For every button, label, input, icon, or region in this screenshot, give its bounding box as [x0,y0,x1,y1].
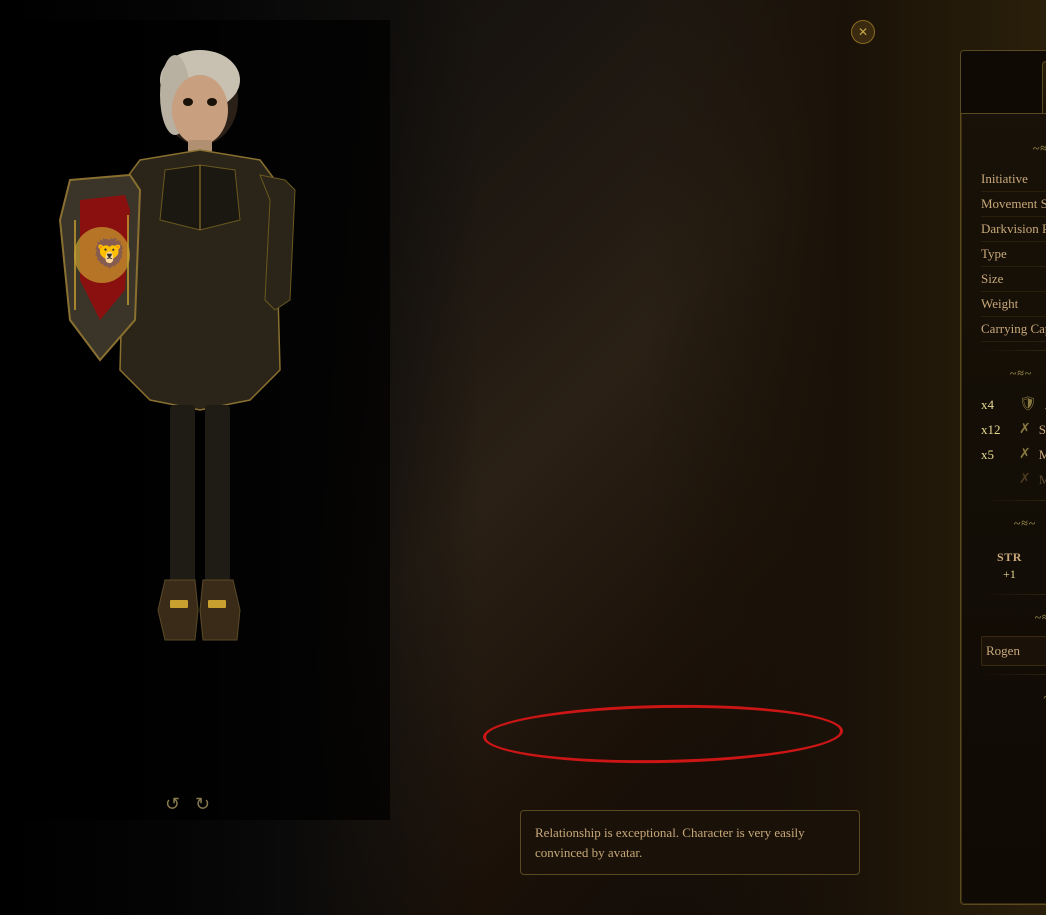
prof-musical-instrument: ✗ Musical Instrument [981,467,1046,492]
divider-2 [981,500,1046,501]
attr-weight: Weight 150lbs [981,292,1046,317]
attr-initiative-label: Initiative [981,171,1028,187]
martial-weapons-icon: ✗ [1019,446,1031,463]
deco-left-approval [981,610,1046,625]
svg-text:↺: ↺ [165,794,180,814]
red-circle-highlight [483,702,844,766]
svg-text:↻: ↻ [195,794,210,814]
tags-header: Tags [981,689,1046,706]
divider-4 [981,674,1046,675]
attr-darkvision: Darkvision Range 40ft [981,217,1046,242]
panel-wrapper: ✕ ⚔ 💀 ☰ Attributes [475,20,875,890]
attributes-header: Attributes [981,140,1046,157]
attr-carrying-label: Carrying Capacity [981,321,1046,337]
prof-simple-count: x12 [981,422,1011,438]
prof-musical-name: Musical Instrument [1039,472,1046,488]
attr-initiative: Initiative +2 [981,167,1046,192]
attributes-panel: ⚔ 💀 ☰ Attributes Init [960,50,1046,905]
approval-rogen-name: Rogen [986,643,1020,659]
tags-text: Baldurian, Cleric of ... Half-Elf, Huma.… [981,716,1046,739]
deco-left-tags [981,690,1046,705]
attr-size-label: Size [981,271,1003,287]
prof-armour: x4 🛡 Armour [981,392,1046,417]
divider-3 [981,594,1046,595]
approval-rogen: Rogen Exceptional (100) [981,636,1046,666]
attr-type-label: Type [981,246,1007,262]
prof-simple-name: Simple Weapons [1039,422,1046,438]
saving-throws-grid: STR +1 DEX +1 CON +3 INT -1 WIS +8 [981,542,1046,586]
tab-weapons[interactable]: ⚔ [1042,61,1046,113]
svg-text:🦁: 🦁 [92,237,127,270]
deco-left-prof [981,366,1046,381]
attr-carrying: Carrying Capacity 280lbs [981,317,1046,342]
divider-1 [981,350,1046,351]
attr-movement-label: Movement Speed [981,196,1046,212]
attr-size: Size Medium [981,267,1046,292]
prof-martial-count: x5 [981,447,1011,463]
simple-weapons-icon: ✗ [1019,421,1031,438]
prof-martial-name: Martial Weapons [1039,447,1046,463]
proficiency-header: Proficiency Bonus (+4) [981,365,1046,382]
attr-weight-label: Weight [981,296,1018,312]
attr-type: Type Humanoid [981,242,1046,267]
save-str-label: STR [997,550,1022,565]
tooltip-text: Relationship is exceptional. Character i… [535,825,805,860]
save-str: STR +1 [997,550,1022,582]
attr-movement-speed: Movement Speed 40ft [981,192,1046,217]
saving-throw-header: Saving Throw Bonus [981,515,1046,532]
deco-left-save [981,516,1046,531]
close-icon: ✕ [858,25,868,40]
character-figure: 🦁 ↺ ↻ [10,20,390,820]
tab-bar: ⚔ 💀 ☰ [961,51,1046,114]
approval-header: Approval [981,609,1046,626]
close-button[interactable]: ✕ [851,20,875,44]
prof-simple-weapons: x12 ✗ Simple Weapons [981,417,1046,442]
save-str-value: +1 [1003,567,1016,582]
prof-armour-count: x4 [981,397,1011,413]
armour-icon: 🛡 [1019,396,1037,413]
character-area: 🦁 ↺ ↻ [0,0,480,915]
prof-martial-weapons: x5 ✗ Martial Weapons [981,442,1046,467]
musical-icon: ✗ [1019,471,1031,488]
attr-darkvision-label: Darkvision Range [981,221,1046,237]
tooltip-box: Relationship is exceptional. Character i… [520,810,860,875]
deco-left-attributes [981,141,1046,156]
panel-content: Attributes Initiative +2 Movement Speed … [961,114,1046,905]
